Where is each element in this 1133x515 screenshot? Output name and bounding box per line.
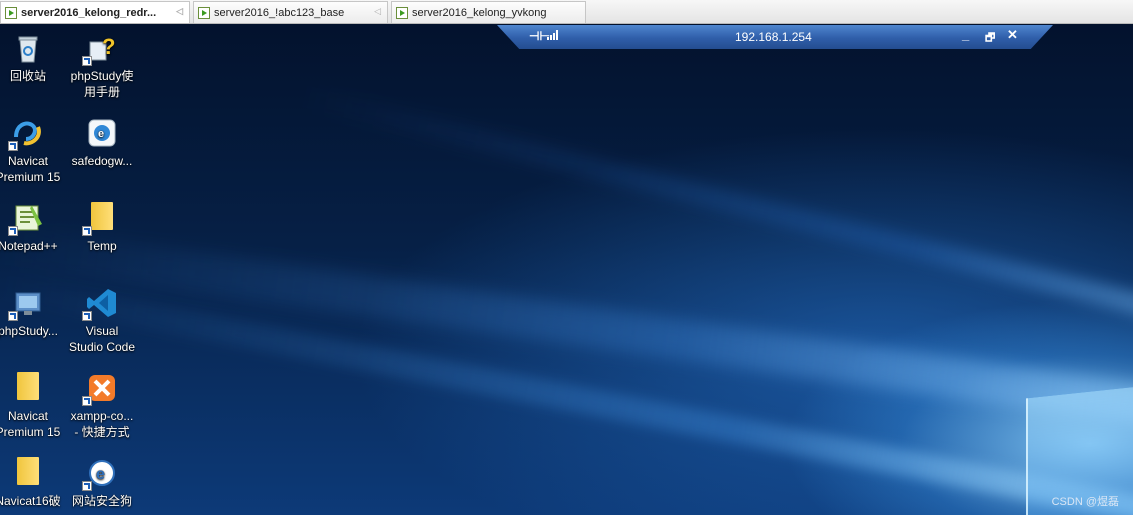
vm-tab-2[interactable]: server2016_!abc123_base ◁ xyxy=(193,1,388,23)
icon-label: 回收站 xyxy=(9,69,46,83)
tab-label: server2016_kelong_redr... xyxy=(21,6,157,19)
help-document-glyph: ? xyxy=(82,32,118,66)
vscode-icon[interactable]: Visual Studio Code xyxy=(67,287,137,355)
tab-close-icon[interactable]: ◁ xyxy=(374,6,381,17)
folder-icon xyxy=(82,202,118,236)
svg-text:?: ? xyxy=(102,34,115,59)
desktop[interactable]: 回收站 Navicat Premium 15 Notepad++ phpStud… xyxy=(0,24,1133,515)
website-safedog-icon[interactable]: e 网站安全狗 xyxy=(67,457,137,509)
vm-tab-3[interactable]: server2016_kelong_yvkong xyxy=(391,1,586,23)
svg-text:e: e xyxy=(96,466,105,483)
navicat16-folder-icon[interactable]: Navicat16破 xyxy=(0,457,63,509)
icon-label: safedogw... xyxy=(71,154,133,168)
icon-label: Navicat xyxy=(7,409,48,423)
tab-close-icon[interactable]: ◁ xyxy=(176,6,183,17)
remote-connection-bar: ⊣⊢ 192.168.1.254 _ 🗗 ✕ xyxy=(497,25,1053,49)
icon-label: Studio Code xyxy=(68,340,136,354)
icon-label: 用手册 xyxy=(83,85,120,99)
icon-label: Premium 15 xyxy=(0,170,61,184)
notepadpp-icon[interactable]: Notepad++ xyxy=(0,202,63,254)
shortcut-arrow-icon xyxy=(82,311,92,321)
minimize-button[interactable]: _ xyxy=(962,27,969,42)
recycle-bin-glyph xyxy=(12,32,44,64)
signal-strength-icon xyxy=(547,30,558,40)
icon-label: Premium 15 xyxy=(0,425,61,439)
notepadpp-glyph xyxy=(8,202,44,236)
icon-label: Navicat16破 xyxy=(0,494,61,508)
phpstudy-glyph xyxy=(8,287,44,321)
icon-label: phpStudy... xyxy=(0,324,58,338)
safedog-icon[interactable]: e safedogw... xyxy=(67,117,137,169)
xampp-glyph xyxy=(82,372,118,406)
phpstudy-icon[interactable]: phpStudy... xyxy=(0,287,63,339)
icon-label: 网站安全狗 xyxy=(71,494,132,508)
navicat-premium-icon[interactable]: Navicat Premium 15 xyxy=(0,117,63,185)
vscode-glyph xyxy=(82,287,118,321)
shortcut-arrow-icon xyxy=(8,311,18,321)
folder-icon xyxy=(12,372,44,404)
icon-label: Notepad++ xyxy=(0,239,58,253)
svg-text:e: e xyxy=(98,128,104,140)
navicat-glyph xyxy=(8,117,44,151)
safedog-glyph: e xyxy=(86,117,118,149)
vm-tab-bar: server2016_kelong_redr... ◁ server2016_!… xyxy=(0,0,1133,24)
connection-address: 192.168.1.254 xyxy=(735,30,812,44)
icon-label: - 快捷方式 xyxy=(74,425,130,439)
temp-folder-icon[interactable]: Temp xyxy=(67,202,137,254)
shortcut-arrow-icon xyxy=(8,141,18,151)
shortcut-arrow-icon xyxy=(82,56,92,66)
vm-icon xyxy=(198,6,210,19)
tab-label: server2016_!abc123_base xyxy=(214,6,345,19)
icon-label: Temp xyxy=(87,239,117,253)
vm-tab-1[interactable]: server2016_kelong_redr... ◁ xyxy=(0,1,190,23)
watermark: CSDN @煜磊 xyxy=(1051,496,1119,508)
shortcut-arrow-icon xyxy=(82,226,92,236)
shortcut-arrow-icon xyxy=(82,481,92,491)
shortcut-arrow-icon xyxy=(82,396,92,406)
recycle-bin-icon[interactable]: 回收站 xyxy=(0,32,63,84)
navicat-folder-icon[interactable]: Navicat Premium 15 xyxy=(0,372,63,440)
tab-label: server2016_kelong_yvkong xyxy=(412,6,547,19)
folder-icon xyxy=(12,457,44,489)
close-button[interactable]: ✕ xyxy=(1007,27,1018,43)
shortcut-arrow-icon xyxy=(8,226,18,236)
vm-icon xyxy=(5,6,17,19)
website-safedog-glyph: e xyxy=(82,457,118,491)
phpstudy-manual-icon[interactable]: ? phpStudy使 用手册 xyxy=(67,32,137,100)
xampp-icon[interactable]: xampp-co... - 快捷方式 xyxy=(67,372,137,440)
icon-label: Navicat xyxy=(7,154,48,168)
vm-icon xyxy=(396,6,408,19)
restore-button[interactable]: 🗗 xyxy=(985,29,995,48)
icon-label: xampp-co... xyxy=(70,409,134,423)
icon-label: Visual xyxy=(85,324,119,338)
icon-label: phpStudy使 xyxy=(70,69,134,83)
